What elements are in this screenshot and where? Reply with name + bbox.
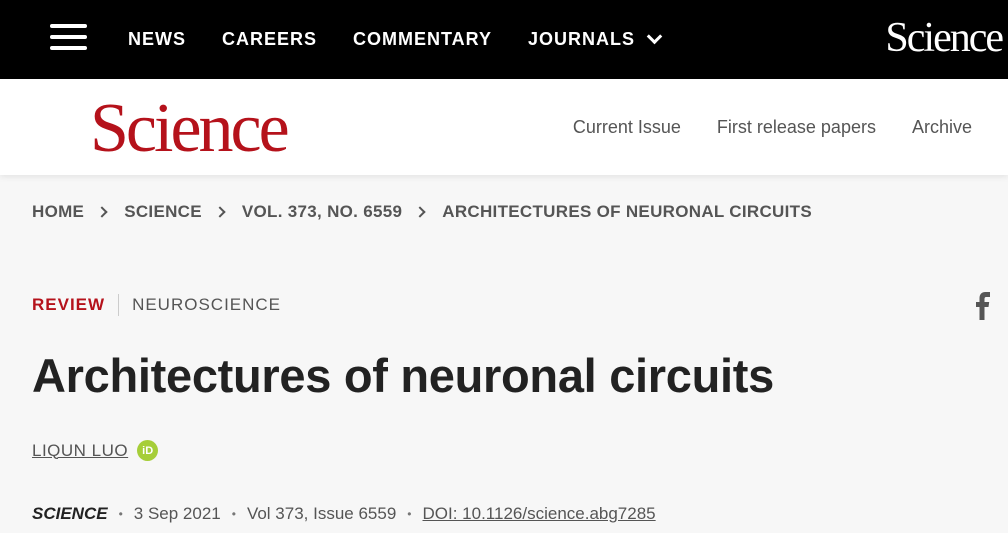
journal-nav: Current Issue First release papers Archi…: [537, 79, 972, 175]
facebook-icon[interactable]: [973, 292, 993, 320]
breadcrumb-science[interactable]: SCIENCE: [124, 202, 202, 222]
breadcrumb-current: ARCHITECTURES OF NEURONAL CIRCUITS: [442, 202, 812, 221]
top-navigation-bar: NEWS CAREERS COMMENTARY JOURNALS Science: [0, 0, 1008, 79]
chevron-down-icon: [646, 28, 663, 45]
doi-link[interactable]: DOI: 10.1126/science.abg7285: [423, 504, 656, 524]
current-issue-link[interactable]: Current Issue: [573, 117, 681, 138]
nav-careers-link[interactable]: CAREERS: [222, 29, 317, 50]
nav-journals-label: JOURNALS: [528, 29, 636, 49]
article-subject-link[interactable]: NEUROSCIENCE: [119, 295, 281, 315]
science-brand-logo[interactable]: Science: [885, 12, 1004, 64]
breadcrumb-issue[interactable]: VOL. 373, NO. 6559: [242, 202, 402, 222]
hamburger-menu-icon[interactable]: [50, 24, 87, 50]
journal-name: SCIENCE: [32, 504, 108, 523]
first-release-papers-link[interactable]: First release papers: [717, 117, 876, 138]
science-journal-logo[interactable]: Science: [90, 91, 290, 167]
article-kicker: REVIEW NEUROSCIENCE: [32, 294, 281, 316]
chevron-right-icon: [96, 206, 108, 218]
separator-dot: •: [118, 507, 123, 521]
breadcrumb: HOME SCIENCE VOL. 373, NO. 6559 ARCHITEC…: [32, 202, 812, 222]
breadcrumb-home[interactable]: HOME: [32, 202, 84, 222]
nav-commentary-link[interactable]: COMMENTARY: [353, 29, 492, 50]
nav-news-link[interactable]: NEWS: [128, 29, 186, 50]
publication-info: SCIENCE • 3 Sep 2021 • Vol 373, Issue 65…: [32, 504, 656, 524]
nav-journals-dropdown[interactable]: JOURNALS: [528, 28, 663, 50]
journal-header: Science Current Issue First release pape…: [0, 79, 1008, 175]
author-line: LIQUN LUO iD: [32, 440, 159, 461]
article-title: Architectures of neuronal circuits: [32, 349, 774, 402]
article-type-label: REVIEW: [32, 294, 120, 316]
separator-dot: •: [407, 507, 412, 521]
volume-issue: Vol 373, Issue 6559: [246, 504, 397, 523]
orcid-icon[interactable]: iD: [137, 440, 159, 461]
author-link[interactable]: LIQUN LUO: [32, 441, 128, 461]
chevron-right-icon: [214, 206, 226, 218]
chevron-right-icon: [414, 206, 426, 218]
publication-date: 3 Sep 2021: [133, 504, 221, 523]
top-nav: NEWS CAREERS COMMENTARY JOURNALS: [128, 0, 696, 79]
separator-dot: •: [231, 507, 236, 521]
archive-link[interactable]: Archive: [912, 117, 972, 138]
